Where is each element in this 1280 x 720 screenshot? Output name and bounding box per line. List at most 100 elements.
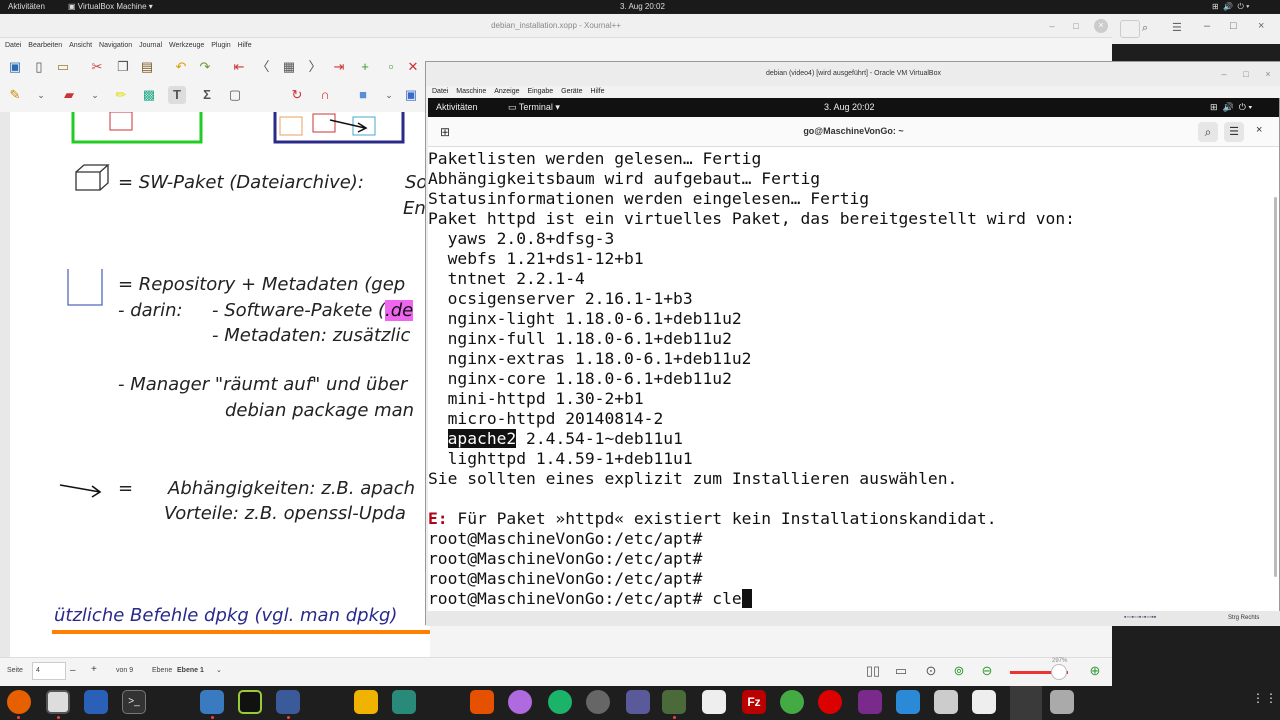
highlighter-icon[interactable]: ✏ <box>112 86 130 104</box>
bg-maximize-icon[interactable]: □ <box>1230 20 1237 32</box>
database-icon[interactable] <box>626 690 650 714</box>
pen-dropdown-icon[interactable]: ⌄ <box>32 86 50 104</box>
goto-page-icon[interactable]: ▦ <box>280 58 298 76</box>
vm-menu-maschine[interactable]: Maschine <box>456 86 486 98</box>
bg-close-icon[interactable]: × <box>1258 20 1264 32</box>
redo-icon[interactable]: ↷ <box>196 58 214 76</box>
host-app-menu[interactable]: ▣ VirtualBox Machine ▾ <box>68 0 153 13</box>
puzzle-icon[interactable] <box>896 690 920 714</box>
monitor-icon[interactable] <box>238 690 262 714</box>
menu-navigation[interactable]: Navigation <box>99 39 132 52</box>
add-page-icon[interactable]: + <box>356 58 374 76</box>
vm-maximize-button[interactable]: □ <box>1240 68 1252 80</box>
guest-terminal-menu[interactable]: ▭ Terminal ▾ <box>508 98 560 117</box>
prev-page-icon[interactable]: 〈 <box>254 58 272 76</box>
layer-dropdown-icon[interactable]: ⌄ <box>216 666 222 674</box>
insert-page-icon[interactable]: ▫ <box>382 58 400 76</box>
vm-close-button[interactable]: × <box>1262 68 1274 80</box>
delete-page-icon[interactable]: ✕ <box>404 58 422 76</box>
color-picker-icon[interactable]: ■ <box>354 86 372 104</box>
guest-clock[interactable]: 3. Aug 20:02 <box>824 98 875 117</box>
maximize-button[interactable]: □ <box>1070 20 1082 32</box>
zoom-100-icon[interactable]: ⊚ <box>950 662 968 680</box>
installer-icon[interactable] <box>470 690 494 714</box>
terminal-icon[interactable]: >_ <box>122 690 146 714</box>
rotation-snap-icon[interactable]: ↻ <box>288 86 306 104</box>
menu-bearbeiten[interactable]: Bearbeiten <box>28 39 62 52</box>
guest-tray[interactable]: ⊞ 🔊 ⏻ ▾ <box>1210 98 1252 117</box>
fill-icon[interactable]: ▣ <box>402 86 420 104</box>
menu-plugin[interactable]: Plugin <box>211 39 230 52</box>
files-icon[interactable] <box>46 690 70 714</box>
pinwheel-icon[interactable] <box>780 690 804 714</box>
copy-icon[interactable]: ❐ <box>114 58 132 76</box>
image-icon[interactable]: ▩ <box>140 86 158 104</box>
guest-activities[interactable]: Aktivitäten <box>436 98 478 117</box>
vm-menu-eingabe[interactable]: Eingabe <box>527 86 553 98</box>
document-viewer-icon[interactable] <box>972 690 996 714</box>
vm-status-icons[interactable]: ▪◦▫▪◦▫▪◦▪▫◦▪▪ <box>1124 614 1156 621</box>
filezilla-icon[interactable]: Fz <box>742 690 766 714</box>
notes-icon[interactable] <box>354 690 378 714</box>
firefox-icon[interactable] <box>7 690 31 714</box>
page-number-input[interactable]: 4 <box>32 662 66 680</box>
menu-journal[interactable]: Journal <box>139 39 162 52</box>
cut-icon[interactable]: ✂ <box>88 58 106 76</box>
bg-minimize-icon[interactable]: – <box>1204 20 1210 32</box>
syncthing-icon[interactable] <box>548 690 572 714</box>
undo-icon[interactable]: ↶ <box>172 58 190 76</box>
host-activities[interactable]: Aktivitäten <box>8 0 45 13</box>
menu-hilfe[interactable]: Hilfe <box>238 39 252 52</box>
grid-snap-icon[interactable]: ∩ <box>316 86 334 104</box>
zoom-in-icon[interactable]: ⊕ <box>1086 662 1104 680</box>
minimize-button[interactable]: – <box>1046 20 1058 32</box>
menu-datei[interactable]: Datei <box>5 39 21 52</box>
select-rect-icon[interactable]: ▢ <box>226 86 244 104</box>
new-icon[interactable]: ▯ <box>30 58 48 76</box>
pen-icon[interactable]: ✎ <box>6 86 24 104</box>
hamburger-menu-icon[interactable]: ☰ <box>1224 122 1244 142</box>
network-icon[interactable] <box>276 690 300 714</box>
terminal-scrollbar[interactable] <box>1274 197 1277 577</box>
color-dropdown-icon[interactable]: ⌄ <box>380 86 398 104</box>
eraser-dropdown-icon[interactable]: ⌄ <box>86 86 104 104</box>
screen-recorder-icon[interactable] <box>858 690 882 714</box>
vm-minimize-button[interactable]: – <box>1218 68 1230 80</box>
dual-page-icon[interactable]: ▯▯ <box>864 662 882 680</box>
close-button[interactable]: × <box>1094 19 1108 33</box>
app-grid-icon[interactable]: ⋮⋮⋮ <box>1252 692 1280 704</box>
active-app-highlight[interactable] <box>1010 686 1042 720</box>
menu-icon[interactable]: ☰ <box>1172 21 1182 34</box>
settings-icon[interactable] <box>586 690 610 714</box>
menu-ansicht[interactable]: Ansicht <box>69 39 92 52</box>
next-page-icon[interactable]: 〉 <box>306 58 324 76</box>
layer-select[interactable]: Ebene 1 <box>177 667 204 674</box>
search-icon[interactable]: ⌕ <box>1142 22 1148 35</box>
search-icon[interactable]: ⌕ <box>1198 122 1218 142</box>
bg-window-button[interactable] <box>1120 20 1140 38</box>
vm-menu-datei[interactable]: Datei <box>432 86 448 98</box>
host-clock[interactable]: 3. Aug 20:02 <box>620 0 665 13</box>
math-tex-icon[interactable]: Σ <box>198 86 216 104</box>
open-icon[interactable]: ▭ <box>54 58 72 76</box>
vm-menu-anzeige[interactable]: Anzeige <box>494 86 519 98</box>
trash-icon[interactable] <box>1050 690 1074 714</box>
page-decrement-button[interactable]: – <box>70 665 76 676</box>
eraser-icon[interactable]: ▰ <box>60 86 78 104</box>
presentation-icon[interactable]: ▭ <box>892 662 910 680</box>
zoom-fit-icon[interactable]: ⊙ <box>922 662 940 680</box>
virtualbox-icon[interactable] <box>662 690 686 714</box>
vm-menu-hilfe[interactable]: Hilfe <box>590 86 604 98</box>
opera-icon[interactable] <box>818 690 842 714</box>
vscode-icon[interactable] <box>392 690 416 714</box>
document-canvas[interactable]: = SW-Paket (Dateiarchive): So En = Repos… <box>0 112 430 657</box>
camera-icon[interactable] <box>508 690 532 714</box>
terminal-output[interactable]: Paketlisten werden gelesen… Fertig Abhäng… <box>428 149 1273 611</box>
first-page-icon[interactable]: ⇤ <box>230 58 248 76</box>
zoom-slider-handle[interactable] <box>1051 664 1067 680</box>
save-icon[interactable]: ▣ <box>6 58 24 76</box>
calc-icon[interactable] <box>702 690 726 714</box>
page-increment-button[interactable]: + <box>91 664 97 675</box>
host-tray[interactable]: ⊞ 🔊 ⏻ ▾ <box>1212 0 1249 13</box>
screenshot-icon[interactable] <box>934 690 958 714</box>
